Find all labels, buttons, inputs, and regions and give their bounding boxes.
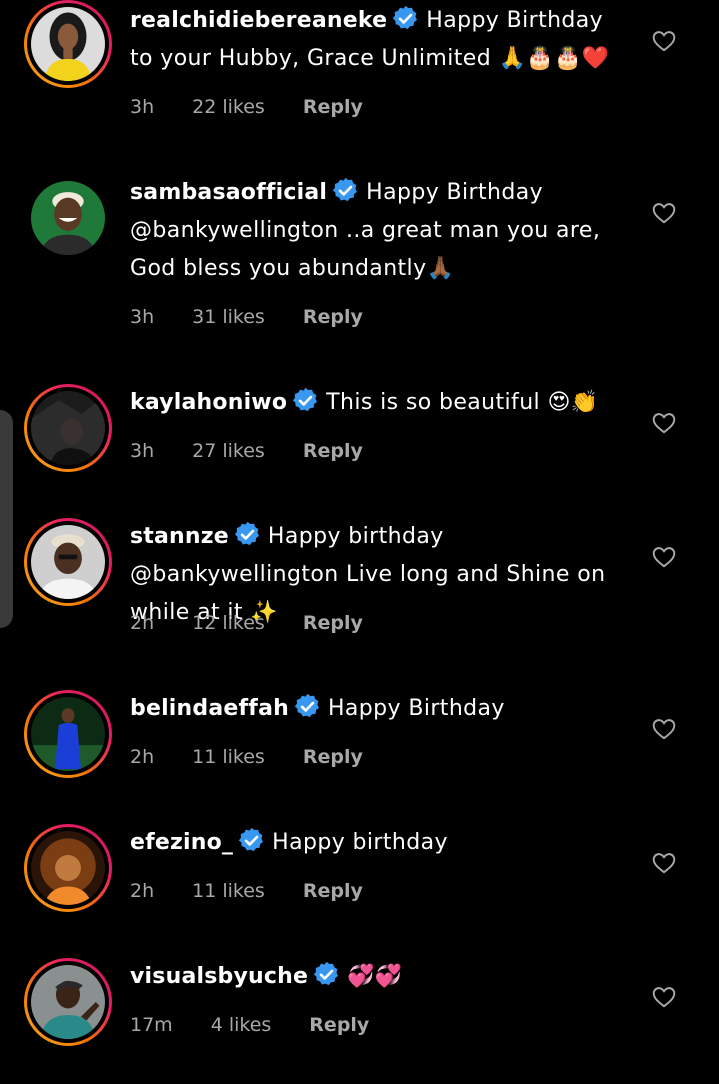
- heart-outline-icon[interactable]: [651, 410, 677, 436]
- verified-badge-icon: [331, 176, 360, 205]
- username[interactable]: efezino_: [130, 830, 233, 855]
- like-count[interactable]: 4 likes: [211, 1014, 272, 1036]
- comment-meta: 2h 12 likes Reply: [130, 612, 363, 634]
- comment-time: 3h: [130, 440, 155, 462]
- comment-time: 2h: [130, 746, 155, 768]
- comment-text-line: realchidiebereaneke Happy Birthday to you…: [130, 2, 620, 78]
- comment-meta: 2h 11 likes Reply: [130, 746, 363, 768]
- comment-body: visualsbyuche 💞💞: [130, 958, 620, 996]
- verified-badge-icon: [391, 4, 420, 33]
- username[interactable]: sambasaofficial: [130, 180, 327, 205]
- avatar[interactable]: [24, 174, 112, 262]
- like-count[interactable]: 12 likes: [192, 612, 265, 634]
- comment-time: 3h: [130, 306, 155, 328]
- comment-text-line: efezino_ Happy birthday: [130, 824, 620, 862]
- comment-text: Happy birthday: [272, 830, 448, 855]
- comment-body: realchidiebereaneke Happy Birthday to you…: [130, 2, 620, 78]
- avatar[interactable]: [24, 690, 112, 778]
- reply-button[interactable]: Reply: [303, 612, 363, 634]
- heart-outline-icon[interactable]: [651, 200, 677, 226]
- avatar[interactable]: [24, 384, 112, 472]
- like-count[interactable]: 22 likes: [192, 96, 265, 118]
- comment-body: kaylahoniwo This is so beautiful 😍👏: [130, 384, 620, 422]
- username[interactable]: belindaeffah: [130, 696, 289, 721]
- verified-badge-icon: [312, 960, 341, 989]
- comment-time: 3h: [130, 96, 155, 118]
- reply-button[interactable]: Reply: [303, 746, 363, 768]
- comment-time: 2h: [130, 612, 155, 634]
- reply-button[interactable]: Reply: [303, 880, 363, 902]
- comment-text: 💞💞: [347, 964, 403, 989]
- username[interactable]: visualsbyuche: [130, 964, 308, 989]
- verified-badge-icon: [291, 386, 320, 415]
- comment-time: 2h: [130, 880, 155, 902]
- like-count[interactable]: 11 likes: [192, 880, 265, 902]
- comment-meta: 3h 22 likes Reply: [130, 96, 363, 118]
- username[interactable]: stannze: [130, 524, 229, 549]
- avatar[interactable]: [24, 0, 112, 88]
- comment-meta: 3h 31 likes Reply: [130, 306, 363, 328]
- username[interactable]: kaylahoniwo: [130, 390, 287, 415]
- reply-button[interactable]: Reply: [303, 306, 363, 328]
- comment-body: efezino_ Happy birthday: [130, 824, 620, 862]
- comment-meta: 17m 4 likes Reply: [130, 1014, 369, 1036]
- comment-text: Happy Birthday: [327, 696, 505, 721]
- heart-outline-icon[interactable]: [651, 716, 677, 742]
- heart-outline-icon[interactable]: [651, 544, 677, 570]
- verified-badge-icon: [237, 826, 266, 855]
- verified-badge-icon: [233, 520, 262, 549]
- verified-badge-icon: [293, 692, 322, 721]
- comment-body: sambasaofficial Happy Birthday @bankywell…: [130, 174, 620, 288]
- reply-button[interactable]: Reply: [303, 440, 363, 462]
- avatar[interactable]: [24, 518, 112, 606]
- reply-button[interactable]: Reply: [309, 1014, 369, 1036]
- heart-outline-icon[interactable]: [651, 984, 677, 1010]
- heart-outline-icon[interactable]: [651, 850, 677, 876]
- comment-text-line: kaylahoniwo This is so beautiful 😍👏: [130, 384, 620, 422]
- heart-outline-icon[interactable]: [651, 28, 677, 54]
- comment-text-line: visualsbyuche 💞💞: [130, 958, 620, 996]
- avatar[interactable]: [24, 824, 112, 912]
- edge-panel-handle[interactable]: [0, 410, 13, 628]
- reply-button[interactable]: Reply: [303, 96, 363, 118]
- comment-meta: 3h 27 likes Reply: [130, 440, 363, 462]
- like-count[interactable]: 27 likes: [192, 440, 265, 462]
- avatar[interactable]: [24, 958, 112, 1046]
- comment-text-line: sambasaofficial Happy Birthday @bankywell…: [130, 174, 620, 288]
- comment-text: This is so beautiful 😍👏: [326, 390, 599, 415]
- comment-text-line: belindaeffah Happy Birthday: [130, 690, 620, 728]
- username[interactable]: realchidiebereaneke: [130, 8, 387, 33]
- comment-body: belindaeffah Happy Birthday: [130, 690, 620, 728]
- like-count[interactable]: 31 likes: [192, 306, 265, 328]
- comment-meta: 2h 11 likes Reply: [130, 880, 363, 902]
- like-count[interactable]: 11 likes: [192, 746, 265, 768]
- comment-time: 17m: [130, 1014, 173, 1036]
